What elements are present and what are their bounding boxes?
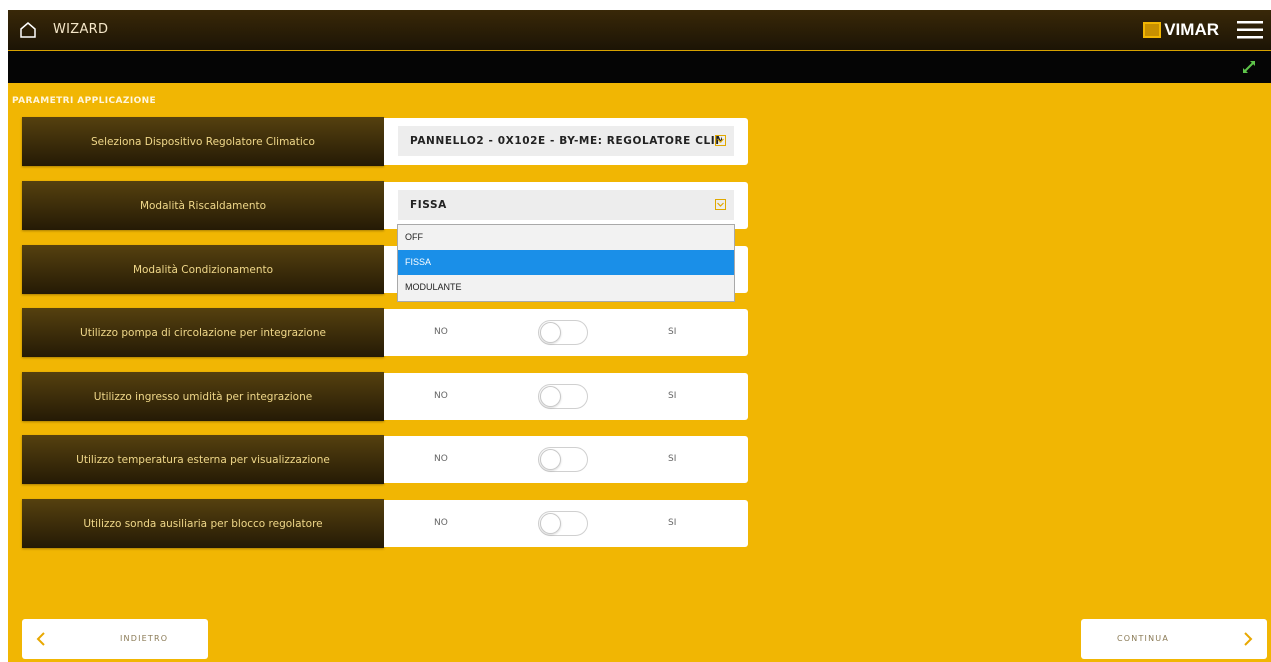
toggle-no-label: NO — [434, 391, 448, 401]
row-panel: PANNELLO2 - 0X102E - BY-ME: REGOLATORE C… — [384, 118, 748, 165]
toggle-no-label: NO — [434, 518, 448, 528]
toggle-si-label: SI — [668, 391, 677, 401]
row-device-select: Seleziona Dispositivo Regolatore Climati… — [22, 117, 748, 166]
row-label: Utilizzo sonda ausiliaria per blocco reg… — [22, 499, 384, 548]
dropdown-option-selected[interactable]: FISSA — [398, 250, 734, 275]
hamburger-menu-icon[interactable] — [1235, 20, 1265, 40]
row-panel: NO SI — [384, 373, 748, 420]
chevron-right-icon — [1244, 632, 1253, 646]
dropdown-option[interactable]: MODULANTE — [398, 275, 734, 300]
row-auxiliary-probe: Utilizzo sonda ausiliaria per blocco reg… — [22, 499, 748, 548]
toggle-no-label: NO — [434, 454, 448, 464]
row-heating-mode: Modalità Riscaldamento FISSA — [22, 181, 748, 230]
next-button-label: CONTINUA — [1117, 634, 1170, 643]
row-panel: NO SI — [384, 500, 748, 547]
chevron-down-icon — [715, 135, 726, 146]
brand-logo: VIMAR — [1143, 19, 1219, 41]
home-icon[interactable] — [18, 20, 38, 40]
heating-mode-dropdown-list: OFF FISSA MODULANTE — [397, 224, 735, 302]
app-window: WIZARD VIMAR PARAMETRI APPLICAZIONE Sele… — [8, 10, 1271, 662]
external-temperature-toggle[interactable] — [538, 447, 588, 472]
row-humidity-integration: Utilizzo ingresso umidità per integrazio… — [22, 372, 748, 421]
toggle-knob — [540, 513, 561, 534]
row-label: Utilizzo pompa di circolazione per integ… — [22, 308, 384, 357]
next-button[interactable]: CONTINUA — [1081, 619, 1267, 659]
row-label: Modalità Condizionamento — [22, 245, 384, 294]
heating-mode-select[interactable]: FISSA — [398, 190, 734, 220]
row-pump-integration: Utilizzo pompa di circolazione per integ… — [22, 308, 748, 357]
row-external-temperature: Utilizzo temperatura esterna per visuali… — [22, 435, 748, 484]
toggle-si-label: SI — [668, 454, 677, 464]
select-value: PANNELLO2 - 0X102E - BY-ME: REGOLATORE C… — [410, 135, 722, 147]
back-button-label: INDIETRO — [120, 634, 169, 643]
row-label: Modalità Riscaldamento — [22, 181, 384, 230]
chevron-left-icon — [36, 632, 45, 646]
pump-integration-toggle[interactable] — [538, 320, 588, 345]
toggle-knob — [540, 322, 561, 343]
toggle-knob — [540, 449, 561, 470]
select-value: FISSA — [410, 199, 447, 211]
header-bar: WIZARD VIMAR — [8, 10, 1271, 51]
brand-mark-icon — [1143, 22, 1162, 38]
connection-icon[interactable] — [1241, 59, 1257, 75]
device-select[interactable]: PANNELLO2 - 0X102E - BY-ME: REGOLATORE C… — [398, 126, 734, 156]
header-title: WIZARD — [53, 22, 109, 37]
auxiliary-probe-toggle[interactable] — [538, 511, 588, 536]
row-label: Utilizzo temperatura esterna per visuali… — [22, 435, 384, 484]
row-panel: NO SI — [384, 436, 748, 483]
toggle-knob — [540, 386, 561, 407]
row-panel: NO SI — [384, 309, 748, 356]
humidity-integration-toggle[interactable] — [538, 384, 588, 409]
toggle-si-label: SI — [668, 518, 677, 528]
toggle-no-label: NO — [434, 327, 448, 337]
toggle-si-label: SI — [668, 327, 677, 337]
row-panel: FISSA — [384, 182, 748, 229]
dropdown-option[interactable]: OFF — [398, 225, 734, 250]
row-label: Seleziona Dispositivo Regolatore Climati… — [22, 117, 384, 166]
chevron-down-icon — [715, 199, 726, 210]
section-title: PARAMETRI APPLICAZIONE — [12, 96, 157, 106]
back-button[interactable]: INDIETRO — [22, 619, 208, 659]
row-label: Utilizzo ingresso umidità per integrazio… — [22, 372, 384, 421]
toolbar-strip — [8, 51, 1271, 83]
brand-name: VIMAR — [1164, 20, 1219, 39]
